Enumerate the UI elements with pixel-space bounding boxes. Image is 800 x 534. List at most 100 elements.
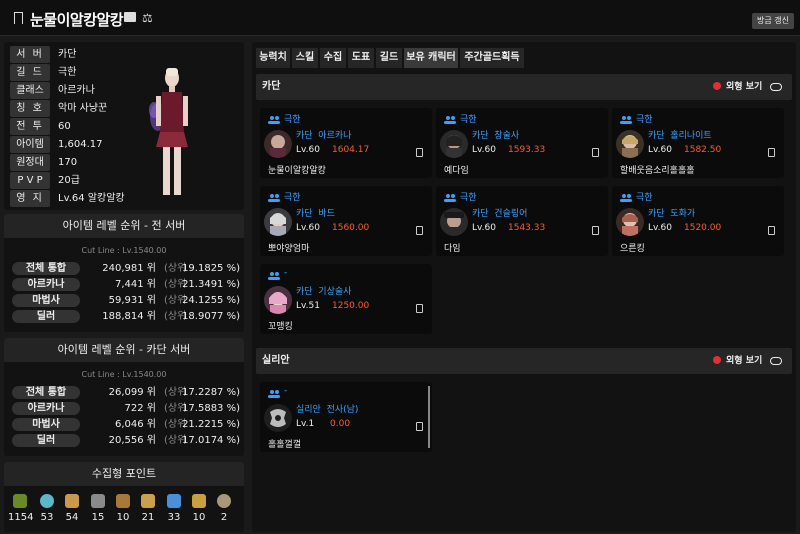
character-portrait [264,130,292,158]
users-icon [268,390,280,398]
collection-count: 15 [91,512,105,523]
profile-row-combat: 전 투 60 [10,118,71,135]
id-card-icon[interactable] [124,12,136,22]
character-card[interactable]: 극한 카단 바드 Lv.60 1560.00 뽀야양엄마 [260,186,432,256]
users-icon [268,116,280,124]
collection-item[interactable]: 54 [60,492,84,523]
rank-all-title: 아이템 레벨 순위 - 전 서버 [4,214,244,238]
scrollbar[interactable] [428,386,430,448]
character-name: 홀홀껄껄 [268,440,302,450]
character-card[interactable]: 극한 카단 창술사 Lv.60 1593.33 예다임 [436,108,608,178]
tab-stats[interactable]: 능력치 [256,48,290,68]
collection-count: 33 [167,512,181,523]
class-label: 기상술사 [318,287,352,297]
character-level: Lv.60 [472,223,496,233]
server-class: 카단 홀리나이트 [648,128,712,141]
appearance-toggle[interactable] [770,357,782,365]
character-card[interactable]: 극한 카단 홀리나이트 Lv.60 1582.50 할배웃음소리홀홀홀 [612,108,784,178]
character-portrait [264,286,292,314]
copy-icon[interactable] [416,422,423,431]
tab-collection[interactable]: 수집 [320,48,346,68]
refresh-button[interactable]: 방금 갱신 [752,13,794,29]
item-level: 1560.00 [332,223,370,233]
rank-server-row: 아르카나 722 위 (상위 17.5883 %) [12,402,242,415]
item-level: 0.00 [330,419,351,429]
collection-item[interactable]: 1154 [8,492,34,523]
profile-panel: 서 버 카단 길 드 극한 클래스 아르카나 칭 호 악마 사냥꾼 전 투 60 아이템 1… [4,42,244,210]
server-label: 카단 [296,131,313,141]
character-card[interactable]: - 실리안 전사(남) Lv.1 0.00 홀홀껄껄 [260,382,432,452]
copy-icon[interactable] [416,304,423,313]
copy-icon[interactable] [768,148,775,157]
guild-name: 극한 [636,115,653,125]
copy-icon[interactable] [768,226,775,235]
collection-count: 10 [116,512,130,523]
item-level: 1520.00 [684,223,722,233]
character-card[interactable]: - 카단 기상술사 Lv.51 1250.00 꼬맹킹 [260,264,432,334]
character-portrait [616,130,644,158]
profile-value: 아르카나 [58,85,95,96]
tab-guild[interactable]: 길드 [376,48,402,68]
server-label: 카단 [472,209,489,219]
rank-value: 26,099 위 [108,387,156,398]
character-level: Lv.60 [296,223,320,233]
guild-name: 극한 [460,115,477,125]
guild-name: 극한 [284,115,301,125]
profile-label: 영 지 [10,190,50,207]
users-icon [444,116,456,124]
server-label: 실리안 [296,405,321,415]
collection-item[interactable]: 33 [162,492,186,523]
collection-count: 53 [40,512,54,523]
profile-label: 아이템 [10,136,50,153]
rank-server-row: 전체 통합 26,099 위 (상위 17.2287 %) [12,386,242,399]
character-card[interactable]: 극한 카단 건슬링어 Lv.60 1543.33 다임 [436,186,608,256]
appearance-toggle[interactable] [770,83,782,91]
server-class: 카단 창술사 [472,128,519,141]
rank-value: 722 위 [124,403,156,414]
character-card[interactable]: 극한 카단 도화가 Lv.60 1520.00 으른킹 [612,186,784,256]
rank-pct: 17.5883 %) [182,403,240,414]
tab-skills[interactable]: 스킬 [292,48,318,68]
rank-all-row: 아르카나 7,441 위 (상위 21.3491 %) [12,278,242,291]
appearance-view-label: 외형 보기 [726,356,763,366]
scale-icon[interactable]: ⚖ [142,11,153,25]
collection-item[interactable]: 10 [111,492,135,523]
bookmark-icon[interactable] [14,12,23,24]
profile-label: 서 버 [10,46,50,63]
profile-row-expedition: 원정대 170 [10,154,77,171]
collection-item[interactable]: 2 [212,492,236,523]
profile-row-class: 클래스 아르카나 [10,82,95,99]
character-level: Lv.60 [648,223,672,233]
server-label: 카단 [296,209,313,219]
rank-pct: 17.0174 %) [182,435,240,446]
rank-all-row: 딜러 188,814 위 (상위 18.9077 %) [12,310,242,323]
collection-item[interactable]: 53 [35,492,59,523]
character-level: Lv.60 [296,145,320,155]
tab-owned-characters[interactable]: 보유 캐릭터 [404,48,458,68]
collection-item[interactable]: 15 [86,492,110,523]
rank-label: 딜러 [12,310,80,323]
tab-weekly-gold[interactable]: 주간골드획득 [460,48,524,68]
rank-all-cutline: Cut Line : Lv.1540.00 [81,246,167,255]
character-name: 꼬맹킹 [268,322,293,332]
rank-value: 188,814 위 [102,311,156,322]
collection-count: 1154 [8,512,34,523]
rank-server-cutline: Cut Line : Lv.1540.00 [81,370,167,379]
tab-charts[interactable]: 도표 [348,48,374,68]
users-icon [620,116,632,124]
rank-server-panel: 아이템 레벨 순위 - 카단 서버 Cut Line : Lv.1540.00 … [4,338,244,456]
character-portrait [264,208,292,236]
collection-title: 수집형 포인트 [4,462,244,486]
character-card[interactable]: 극한 카단 아르카나 Lv.60 1604.17 눈물이알캉알캉 [260,108,432,178]
copy-icon[interactable] [592,148,599,157]
copy-icon[interactable] [592,226,599,235]
copy-icon[interactable] [416,148,423,157]
character-name: 뽀야양엄마 [268,244,310,254]
server-class: 카단 도화가 [648,206,695,219]
guild-name: 극한 [460,193,477,203]
collection-item[interactable]: 21 [136,492,160,523]
collection-item[interactable]: 10 [187,492,211,523]
copy-icon[interactable] [416,226,423,235]
server-class: 실리안 전사(남) [296,402,358,415]
character-level: Lv.1 [296,419,315,429]
